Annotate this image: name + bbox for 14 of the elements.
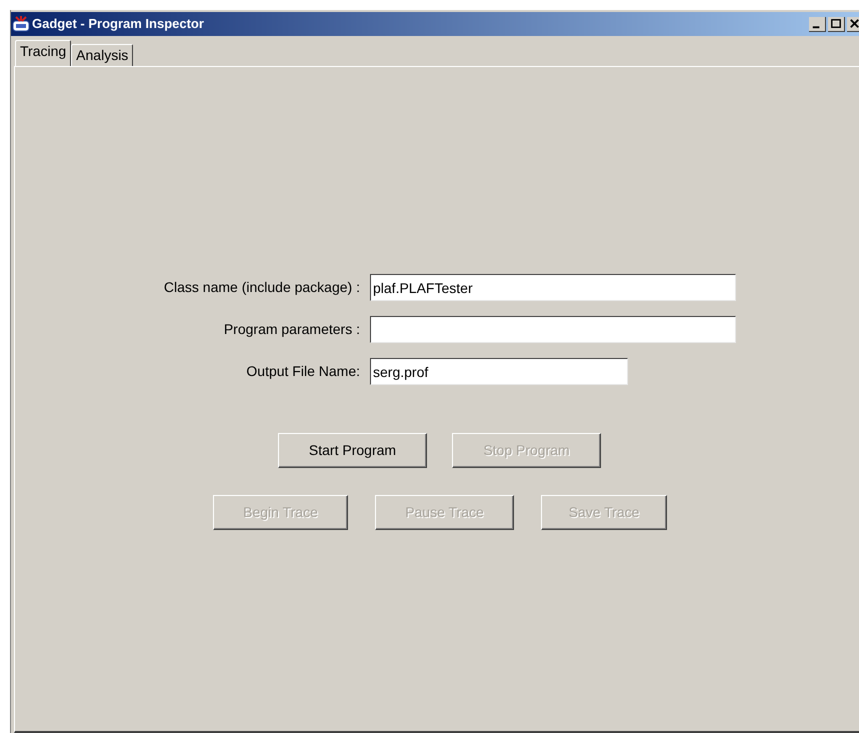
text-field[interactable]: serg.prof [370,358,628,385]
window-title: Gadget - Program Inspector [32,15,204,34]
field-label: Class name (include package) : [162,278,361,297]
text-field[interactable]: plaf.PLAFTester [370,274,736,301]
tab[interactable]: Tracing [15,40,72,66]
maximize-icon[interactable] [828,16,845,32]
field-label: Output File Name: [245,362,361,381]
text-field[interactable] [370,316,736,343]
minimize-icon[interactable] [809,16,826,32]
close-icon[interactable] [847,16,859,32]
field-label: Program parameters : [222,320,361,339]
app-icon [12,15,30,33]
tab[interactable]: Analysis [71,44,134,66]
button[interactable]: Start Program [278,433,427,468]
